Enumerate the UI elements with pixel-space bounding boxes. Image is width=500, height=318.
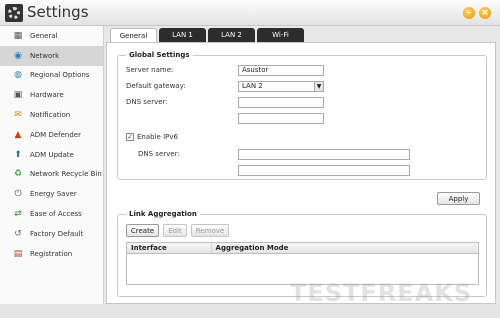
- general-icon: ▦: [13, 30, 23, 41]
- factory-default-icon: ↺: [14, 228, 22, 239]
- global-settings-group: Global Settings Server name: Asustor Def…: [117, 51, 487, 180]
- sidebar-item-ease-of-access[interactable]: ⇄ Ease of Access: [0, 204, 103, 224]
- remove-button[interactable]: Remove: [191, 224, 229, 237]
- ipv6-dns-server-label: DNS server:: [138, 150, 180, 158]
- enable-ipv6-label: Enable IPv6: [137, 133, 178, 141]
- server-name-label: Server name:: [126, 66, 174, 74]
- notification-icon: ✉: [14, 110, 22, 121]
- column-header-interface[interactable]: Interface: [127, 243, 212, 253]
- sidebar-item-label: Hardware: [30, 91, 64, 100]
- tab-lan2[interactable]: LAN 2: [208, 28, 255, 42]
- globe-clock-icon: ◍: [14, 70, 22, 81]
- ipv6-dns-server-1-input[interactable]: [238, 149, 410, 160]
- sidebar-item-label: ADM Update: [30, 150, 74, 159]
- sidebar-item-registration[interactable]: ▤ Registration: [0, 244, 103, 264]
- sidebar-item-adm-defender[interactable]: ▲ ADM Defender: [0, 125, 103, 145]
- chevron-down-icon[interactable]: ▼: [314, 82, 323, 91]
- sidebar-item-label: Ease of Access: [30, 210, 82, 219]
- tab-panel: Global Settings Server name: Asustor Def…: [106, 42, 496, 304]
- tab-wifi[interactable]: Wi-Fi: [257, 28, 304, 42]
- sidebar-item-hardware[interactable]: ▣ Hardware: [0, 85, 103, 105]
- sidebar-item-general[interactable]: ▦ General: [0, 26, 103, 46]
- update-arrow-icon: ⬆: [14, 149, 22, 160]
- server-name-input[interactable]: Asustor: [238, 65, 324, 76]
- tab-lan1[interactable]: LAN 1: [159, 28, 206, 42]
- tab-general[interactable]: General: [110, 28, 157, 42]
- energy-icon: ⏻: [14, 189, 22, 200]
- table-header: Interface Aggregation Mode: [127, 243, 478, 254]
- title-bar: Settings – ×: [0, 0, 500, 26]
- sidebar-item-label: General: [30, 31, 58, 40]
- ease-access-icon: ⇄: [14, 209, 22, 220]
- column-header-aggregation-mode[interactable]: Aggregation Mode: [212, 243, 478, 253]
- default-gateway-select[interactable]: LAN 2 ▼: [238, 81, 324, 92]
- sidebar-item-label: Factory Default: [30, 229, 84, 238]
- sidebar-item-label: Registration: [30, 249, 73, 258]
- network-globe-icon: ◉: [14, 50, 22, 61]
- default-gateway-label: Default gateway:: [126, 82, 186, 90]
- minimize-button[interactable]: –: [463, 7, 475, 19]
- settings-sidebar: ▦ General ◉ Network ◍ Regional Options ▣…: [0, 26, 104, 304]
- edit-button[interactable]: Edit: [163, 224, 187, 237]
- global-settings-title: Global Settings: [126, 51, 193, 59]
- sidebar-item-label: Notification: [30, 111, 71, 120]
- sidebar-item-notification[interactable]: ✉ Notification: [0, 105, 103, 125]
- sidebar-item-factory-default[interactable]: ↺ Factory Default: [0, 224, 103, 244]
- close-icon: ×: [481, 8, 489, 18]
- dns-server-label: DNS server:: [126, 98, 168, 106]
- sidebar-item-adm-update[interactable]: ⬆ ADM Update: [0, 145, 103, 165]
- ipv6-dns-server-2-input[interactable]: [238, 165, 410, 176]
- sidebar-item-network[interactable]: ◉ Network: [0, 45, 103, 66]
- dns-server-2-input[interactable]: [238, 113, 324, 124]
- window-title: Settings: [27, 3, 89, 21]
- shield-warning-icon: ▲: [14, 129, 22, 140]
- apply-button[interactable]: Apply: [437, 192, 480, 205]
- sidebar-item-label: Regional Options: [30, 71, 90, 80]
- registration-icon: ▤: [13, 248, 23, 259]
- sidebar-item-label: Energy Saver: [30, 190, 77, 199]
- enable-ipv6-checkbox[interactable]: ✓: [126, 133, 134, 141]
- link-aggregation-title: Link Aggregation: [126, 210, 200, 218]
- hardware-icon: ▣: [13, 90, 23, 101]
- tab-bar: General LAN 1 LAN 2 Wi-Fi: [110, 28, 306, 42]
- create-button[interactable]: Create: [126, 224, 159, 237]
- sidebar-item-label: ADM Defender: [30, 130, 81, 139]
- sidebar-item-label: Network Recycle Bin: [30, 170, 102, 179]
- sidebar-item-regional-options[interactable]: ◍ Regional Options: [0, 66, 103, 86]
- sidebar-item-network-recycle-bin[interactable]: ♻ Network Recycle Bin: [0, 165, 103, 185]
- default-gateway-value: LAN 2: [242, 82, 263, 90]
- watermark-logo: TESTFREAKS: [290, 279, 473, 307]
- minimize-icon: –: [466, 8, 472, 18]
- close-button[interactable]: ×: [479, 7, 491, 19]
- sidebar-item-label: Network: [30, 51, 60, 60]
- sidebar-item-energy-saver[interactable]: ⏻ Energy Saver: [0, 184, 103, 204]
- dns-server-1-input[interactable]: [238, 97, 324, 108]
- recycle-bin-icon: ♻: [13, 169, 23, 180]
- network-settings-main: General LAN 1 LAN 2 Wi-Fi Global Setting…: [106, 26, 496, 304]
- settings-gear-icon: [5, 4, 23, 22]
